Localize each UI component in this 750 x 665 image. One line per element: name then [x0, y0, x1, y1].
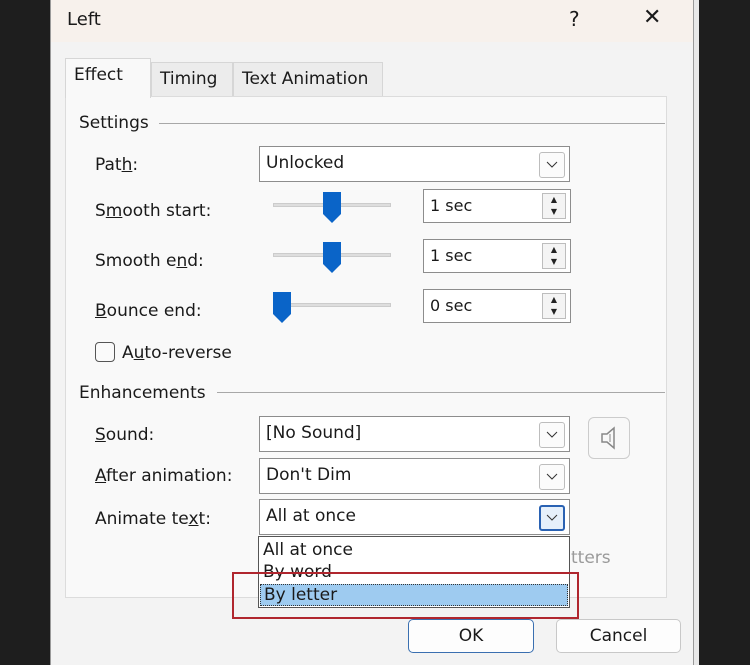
bounce-end-slider-thumb[interactable] — [273, 292, 291, 323]
animate-text-label: Animate text: — [95, 509, 211, 529]
after-animation-label: After animation: — [95, 466, 233, 486]
path-value: Unlocked — [266, 153, 345, 173]
smooth-start-value: 1 sec — [430, 196, 473, 215]
after-animation-value: Don't Dim — [266, 465, 352, 485]
settings-heading: Settings — [79, 113, 149, 133]
tab-timing[interactable]: Timing — [151, 62, 233, 96]
after-animation-dropdown[interactable]: Don't Dim — [259, 458, 570, 494]
tab-text-animation[interactable]: Text Animation — [233, 62, 383, 96]
smooth-end-spinner[interactable]: 1 sec ▲ ▼ — [423, 239, 571, 273]
delay-between-letters-label: tters — [571, 548, 611, 568]
smooth-start-slider-thumb[interactable] — [323, 192, 341, 223]
help-button[interactable]: ? — [569, 7, 580, 31]
auto-reverse-label[interactable]: Auto-reverse — [122, 343, 232, 363]
chevron-down-icon[interactable] — [539, 422, 565, 448]
smooth-end-slider-thumb[interactable] — [323, 242, 341, 273]
option-all-at-once[interactable]: All at once — [263, 540, 353, 560]
chevron-down-icon[interactable] — [539, 152, 565, 178]
animate-text-value: All at once — [266, 506, 356, 526]
tab-effect[interactable]: Effect — [65, 58, 151, 98]
smooth-start-label: Smooth start: — [95, 201, 212, 221]
cancel-button[interactable]: Cancel — [556, 619, 681, 653]
close-button[interactable]: ✕ — [643, 5, 661, 30]
smooth-end-label: Smooth end: — [95, 251, 204, 271]
smooth-start-spinner[interactable]: 1 sec ▲ ▼ — [423, 189, 571, 223]
settings-divider — [159, 123, 665, 124]
spin-arrows-icon[interactable]: ▲ ▼ — [542, 193, 566, 219]
sound-volume-button[interactable] — [588, 417, 630, 459]
enhancements-divider — [217, 392, 665, 393]
bounce-end-spinner[interactable]: 0 sec ▲ ▼ — [423, 289, 571, 323]
bounce-end-label: Bounce end: — [95, 301, 202, 321]
background-window-edge — [694, 0, 699, 665]
spin-arrows-icon[interactable]: ▲ ▼ — [542, 293, 566, 319]
smooth-end-value: 1 sec — [430, 246, 473, 265]
ok-button[interactable]: OK — [408, 619, 534, 653]
animate-text-dropdown[interactable]: All at once — [259, 499, 570, 535]
enhancements-heading: Enhancements — [79, 383, 206, 403]
dialog-title: Left — [67, 9, 101, 30]
auto-reverse-checkbox[interactable] — [95, 342, 115, 362]
sound-dropdown[interactable]: [No Sound] — [259, 416, 570, 452]
title-bar: Left ? ✕ — [51, 0, 693, 42]
chevron-down-icon[interactable] — [539, 464, 565, 490]
annotation-highlight-box — [232, 572, 579, 619]
path-label: Path: — [95, 155, 139, 175]
bounce-end-value: 0 sec — [430, 296, 473, 315]
sound-label: Sound: — [95, 425, 155, 445]
spin-arrows-icon[interactable]: ▲ ▼ — [542, 243, 566, 269]
speaker-icon — [601, 426, 615, 450]
sound-value: [No Sound] — [266, 423, 362, 443]
path-dropdown[interactable]: Unlocked — [259, 146, 570, 182]
chevron-down-icon[interactable] — [539, 505, 565, 531]
